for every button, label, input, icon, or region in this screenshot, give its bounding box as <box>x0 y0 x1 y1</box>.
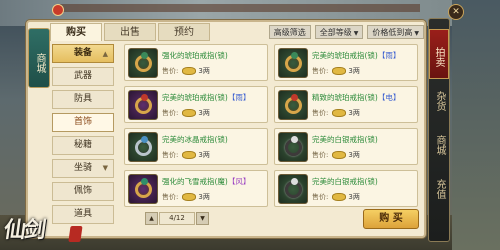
ring-icon <box>278 90 308 120</box>
prev-page-button[interactable]: ▲ <box>145 212 158 225</box>
nav-grocery[interactable]: 杂货 <box>429 91 449 111</box>
item-name: 强化的琥珀戒指(锁) <box>162 51 228 60</box>
background-right <box>452 0 500 250</box>
item-name: 强化的飞雪戒指(魔)【风】 <box>162 177 251 186</box>
coin-icon <box>333 68 346 74</box>
category-label: 防具 <box>73 94 92 104</box>
top-bar: 购买 出售 预约 高级筛选 全部等级 ▼ 价格低到高 ▼ <box>50 22 424 42</box>
nav-auction[interactable]: 拍卖 <box>429 29 449 79</box>
sort-dropdown[interactable]: 价格低到高 ▼ <box>367 25 424 39</box>
coin-icon <box>183 152 196 158</box>
background-roof <box>60 4 420 12</box>
item-name: 完美的白银戒指(锁) <box>312 177 378 186</box>
item-card[interactable]: 完美的琥珀戒指(锁)【雨】 售价: 3两 <box>274 44 418 81</box>
ring-icon <box>128 48 158 78</box>
coin-icon <box>183 194 196 200</box>
notification-dot-icon <box>52 4 64 16</box>
nav-recharge[interactable]: 充值 <box>429 179 449 199</box>
ring-icon <box>128 174 158 204</box>
item-card[interactable]: 强化的琥珀戒指(锁) 售价: 3两 <box>124 44 268 81</box>
category-label: 佩饰 <box>73 186 92 196</box>
item-price: 售价: 3两 <box>162 193 210 201</box>
item-card[interactable]: 完美的白银戒指(锁) 售价: 3两 <box>274 128 418 165</box>
close-icon[interactable]: ✕ <box>448 4 464 20</box>
item-price: 售价: 3两 <box>162 67 210 75</box>
chevron-down-icon: ▼ <box>102 164 108 172</box>
item-price: 售价: 3两 <box>312 193 360 201</box>
item-name: 精致的琥珀戒指(锁)【电】 <box>312 93 401 102</box>
buy-button[interactable]: 购 买 <box>363 209 419 229</box>
item-name: 完美的琥珀戒指(锁)【雨】 <box>312 51 401 60</box>
side-tab-mall[interactable]: 商城 <box>28 28 50 88</box>
item-card[interactable]: 精致的琥珀戒指(锁)【电】 售价: 3两 <box>274 86 418 123</box>
tab-reserve[interactable]: 预约 <box>158 23 210 41</box>
tab-sell[interactable]: 出售 <box>104 23 156 41</box>
page-indicator: 4/12 <box>159 212 195 225</box>
chevron-down-icon: ▼ <box>414 30 419 37</box>
ring-icon <box>278 48 308 78</box>
category-label: 首饰 <box>73 117 92 127</box>
chevron-down-icon: ▼ <box>353 30 359 37</box>
category-label: 坐骑 <box>73 163 92 173</box>
category-list: 装备 ▲ 武器 防具 首饰 秘籍 坐骑 ▼ 佩饰 道具 <box>52 44 118 224</box>
item-price: 售价: 3两 <box>312 67 360 75</box>
item-name: 完美的冰晶戒指(锁) <box>162 135 228 144</box>
item-price: 售价: 3两 <box>162 151 210 159</box>
item-card[interactable]: 完美的白银戒指(锁) 售价: 3两 <box>274 170 418 207</box>
coin-icon <box>333 194 346 200</box>
item-price: 售价: 3两 <box>312 151 360 159</box>
tab-buy[interactable]: 购买 <box>50 23 102 41</box>
category-manual[interactable]: 秘籍 <box>52 136 114 155</box>
category-label: 装备 <box>73 48 92 58</box>
category-accessory[interactable]: 佩饰 <box>52 182 114 201</box>
next-page-button[interactable]: ▼ <box>196 212 209 225</box>
level-filter-label: 全部等级 <box>319 28 352 37</box>
right-nav: 拍卖 杂货 商城 充值 <box>428 18 450 242</box>
item-card[interactable]: 完美的冰晶戒指(锁) 售价: 3两 <box>124 128 268 165</box>
category-armor[interactable]: 防具 <box>52 90 114 109</box>
item-grid: 强化的琥珀戒指(锁) 售价: 3两 完美的琥珀戒指(锁)【雨】 售价: 3两 完美的… <box>124 44 424 208</box>
advanced-filter-button[interactable]: 高级筛选 <box>268 25 311 39</box>
item-card[interactable]: 强化的飞雪戒指(魔)【风】 售价: 3两 <box>124 170 268 207</box>
category-label: 武器 <box>73 71 92 81</box>
category-label: 秘籍 <box>73 140 92 150</box>
ring-icon <box>278 132 308 162</box>
coin-icon <box>333 110 346 116</box>
category-jewelry[interactable]: 首饰 <box>52 113 114 132</box>
item-card[interactable]: 完美的琥珀戒指(锁)【雨】 售价: 3两 <box>124 86 268 123</box>
nav-mall[interactable]: 商城 <box>429 135 449 155</box>
item-name: 完美的白银戒指(锁) <box>312 135 378 144</box>
sort-label: 价格低到高 <box>372 28 413 37</box>
logo-seal <box>68 226 83 242</box>
chevron-up-icon: ▲ <box>102 49 108 58</box>
item-price: 售价: 3两 <box>312 109 360 117</box>
coin-icon <box>333 152 346 158</box>
item-name: 完美的琥珀戒指(锁)【雨】 <box>162 93 251 102</box>
ring-icon <box>278 174 308 204</box>
game-logo: 仙剑 <box>1 212 86 248</box>
ring-icon <box>128 90 158 120</box>
item-price: 售价: 3两 <box>162 109 210 117</box>
category-equipment[interactable]: 装备 ▲ <box>52 44 114 63</box>
category-weapon[interactable]: 武器 <box>52 67 114 86</box>
ring-icon <box>128 132 158 162</box>
level-filter-dropdown[interactable]: 全部等级 ▼ <box>314 25 364 39</box>
category-mount[interactable]: 坐骑 ▼ <box>52 159 114 178</box>
pager: ▲ 4/12 ▼ <box>145 212 209 225</box>
coin-icon <box>183 110 196 116</box>
coin-icon <box>183 68 196 74</box>
